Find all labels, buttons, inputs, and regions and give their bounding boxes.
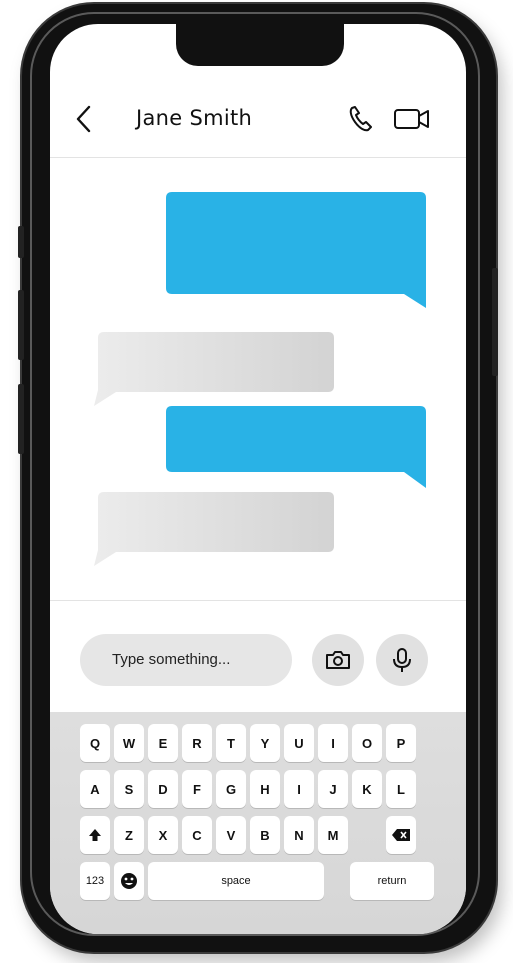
phone-icon [349, 106, 372, 132]
emoji-icon [121, 873, 137, 889]
key-a[interactable]: A [80, 770, 110, 808]
power-button [492, 268, 498, 376]
key-k[interactable]: K [352, 770, 382, 808]
key-l[interactable]: L [386, 770, 416, 808]
key-p[interactable]: P [386, 724, 416, 762]
notch [176, 24, 344, 66]
mute-switch [18, 226, 24, 258]
key-t[interactable]: T [216, 724, 246, 762]
message-input[interactable]: Type something... [80, 634, 292, 686]
key-i-second[interactable]: I [284, 770, 314, 808]
key-z[interactable]: Z [114, 816, 144, 854]
message-bubble-outgoing[interactable] [164, 406, 434, 492]
key-n[interactable]: N [284, 816, 314, 854]
key-r[interactable]: R [182, 724, 212, 762]
key-f[interactable]: F [182, 770, 212, 808]
contact-name[interactable]: Jane Smith [136, 106, 252, 130]
backspace-icon [392, 829, 410, 841]
shift-icon [89, 829, 101, 841]
chat-header: Jane Smith [50, 84, 466, 158]
shift-key[interactable] [80, 816, 110, 854]
video-call-button[interactable] [392, 102, 432, 136]
camera-button[interactable] [312, 634, 364, 686]
microphone-button[interactable] [376, 634, 428, 686]
microphone-icon [393, 648, 411, 672]
key-e[interactable]: E [148, 724, 178, 762]
keyboard: Q W E R T Y U I O P A S D F G H I J K L … [50, 712, 466, 934]
key-d[interactable]: D [148, 770, 178, 808]
key-w[interactable]: W [114, 724, 144, 762]
key-v[interactable]: V [216, 816, 246, 854]
volume-up-button [18, 290, 24, 360]
key-j[interactable]: J [318, 770, 348, 808]
back-button[interactable] [70, 102, 100, 136]
video-camera-icon [394, 109, 429, 129]
key-g[interactable]: G [216, 770, 246, 808]
key-h[interactable]: H [250, 770, 280, 808]
phone-screen: Jane Smith Type something... Q W E R T Y… [50, 24, 466, 934]
key-s[interactable]: S [114, 770, 144, 808]
key-c[interactable]: C [182, 816, 212, 854]
emoji-key[interactable] [114, 862, 144, 900]
key-u[interactable]: U [284, 724, 314, 762]
key-m[interactable]: M [318, 816, 348, 854]
volume-down-button [18, 384, 24, 454]
backspace-key[interactable] [386, 816, 416, 854]
message-bubble-incoming[interactable] [92, 330, 338, 408]
key-b[interactable]: B [250, 816, 280, 854]
key-y[interactable]: Y [250, 724, 280, 762]
key-q[interactable]: Q [80, 724, 110, 762]
key-x[interactable]: X [148, 816, 178, 854]
message-bubble-outgoing[interactable] [164, 192, 434, 312]
chevron-left-icon [76, 105, 91, 133]
key-o[interactable]: O [352, 724, 382, 762]
return-key[interactable]: return [350, 862, 434, 900]
numbers-key[interactable]: 123 [80, 862, 110, 900]
camera-icon [326, 651, 350, 669]
voice-call-button[interactable] [346, 102, 376, 136]
composer-divider [50, 600, 466, 601]
space-key[interactable]: space [148, 862, 324, 900]
key-i[interactable]: I [318, 724, 348, 762]
message-bubble-incoming[interactable] [92, 490, 338, 568]
